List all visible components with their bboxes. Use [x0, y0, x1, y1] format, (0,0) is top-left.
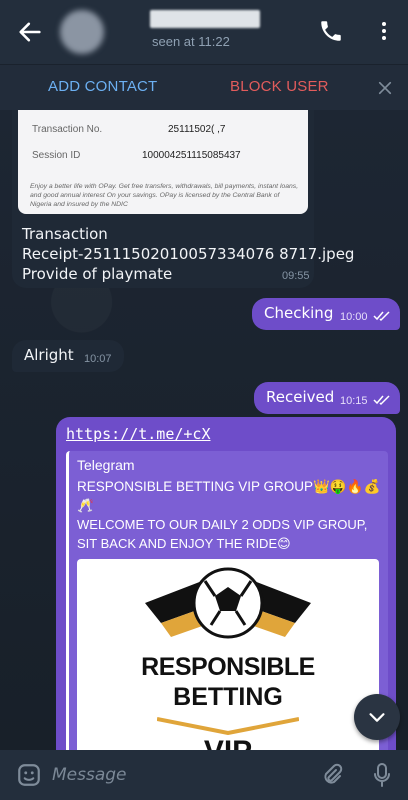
receipt-label: Session ID	[32, 150, 81, 161]
message-text: Received	[266, 388, 335, 406]
outgoing-message[interactable]: Received 10:15	[254, 382, 400, 414]
receipt-value: 25111502( ,7	[168, 124, 226, 135]
receipt-label: Transaction No.	[32, 124, 103, 135]
phone-call-icon[interactable]	[318, 18, 344, 44]
message-text: Checking	[264, 304, 334, 322]
chat-header: seen at 11:22	[0, 0, 408, 64]
preview-site-name: Telegram	[77, 457, 135, 473]
contact-name-redacted[interactable]	[150, 10, 260, 28]
outgoing-link-message[interactable]: https://t.me/+cX Telegram RESPONSIBLE BE…	[56, 417, 396, 757]
message-time: 09:55	[282, 270, 310, 282]
scroll-to-bottom-button[interactable]	[354, 694, 400, 740]
preview-description: WELCOME TO OUR DAILY 2 ODDS VIP GROUP, S…	[77, 517, 368, 551]
emoji-sticker-icon[interactable]	[16, 762, 42, 788]
message-time: 10:00	[340, 311, 368, 323]
receipt-image[interactable]: Transaction No. 25111502( ,7 Session ID …	[18, 110, 308, 214]
soccer-ball-shield-icon	[145, 567, 311, 639]
message-composer	[0, 750, 408, 800]
more-options-icon[interactable]	[372, 18, 396, 44]
double-check-icon	[373, 395, 390, 406]
outgoing-message[interactable]: Checking 10:00	[252, 298, 400, 330]
message-text: Alright	[24, 346, 74, 364]
attach-paperclip-icon[interactable]	[320, 762, 344, 788]
file-name[interactable]: Receipt-25111502010057334076 8717.jpeg	[22, 244, 354, 264]
double-check-icon	[373, 311, 390, 322]
block-user-button[interactable]: BLOCK USER	[230, 78, 329, 95]
preview-image[interactable]: RESPONSIBLE BETTING VIP	[77, 559, 379, 757]
add-contact-button[interactable]: ADD CONTACT	[48, 78, 157, 95]
preview-title: RESPONSIBLE BETTING VIP GROUP👑🤑🔥💰🥂	[77, 479, 381, 513]
receipt-footer-text: Enjoy a better life with OPay. Get free …	[30, 183, 299, 208]
microphone-icon[interactable]	[372, 762, 392, 788]
close-icon[interactable]	[376, 79, 394, 97]
message-time: 10:07	[84, 353, 112, 365]
logo-text: BETTING	[173, 683, 283, 711]
message-time: 10:15	[340, 395, 368, 407]
logo-text: RESPONSIBLE	[141, 653, 315, 681]
back-arrow-icon[interactable]	[16, 18, 44, 46]
chevron-down-icon	[369, 713, 385, 722]
link-preview-card[interactable]: Telegram RESPONSIBLE BETTING VIP GROUP👑🤑…	[66, 451, 388, 757]
avatar[interactable]	[60, 10, 104, 54]
message-input[interactable]	[52, 762, 302, 788]
receipt-value: 100004251115085437	[142, 150, 241, 161]
invite-link[interactable]: https://t.me/+cX	[66, 425, 211, 443]
chevron-decoration-icon	[157, 717, 299, 735]
incoming-file-message[interactable]: Transaction No. 25111502( ,7 Session ID …	[12, 110, 354, 288]
file-caption-line: Transaction	[22, 225, 108, 243]
contact-action-bar: ADD CONTACT BLOCK USER	[0, 64, 408, 110]
incoming-message[interactable]: Alright 10:07	[12, 340, 124, 372]
last-seen-status: seen at 11:22	[152, 34, 230, 49]
